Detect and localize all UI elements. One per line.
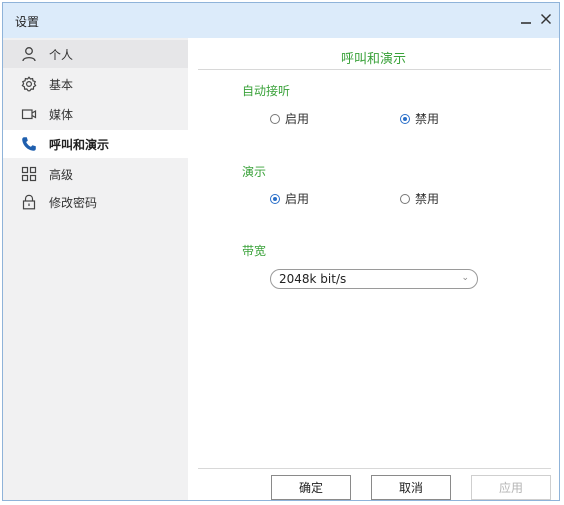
radio-unchecked-icon <box>400 193 410 204</box>
sidebar-item-label: 基本 <box>49 77 74 92</box>
settings-panel: 呼叫和演示 自动接听 启用 禁用 演示 启用 禁用 带宽 2048k bit/s… <box>188 38 559 500</box>
presentation-enable-radio[interactable]: 启用 <box>270 190 309 207</box>
bandwidth-label: 带宽 <box>242 244 267 258</box>
sidebar-item-label: 修改密码 <box>49 195 98 210</box>
grid-icon <box>20 165 38 183</box>
phone-icon <box>20 135 38 153</box>
chevron-down-icon: ⌄ <box>461 273 469 283</box>
auto-answer-disable-radio[interactable]: 禁用 <box>400 110 439 127</box>
radio-label: 禁用 <box>415 192 440 206</box>
auto-answer-enable-radio[interactable]: 启用 <box>270 110 309 127</box>
sidebar-item-label: 呼叫和演示 <box>49 137 110 152</box>
close-icon <box>541 14 551 24</box>
minimize-button[interactable] <box>517 10 535 28</box>
presentation-disable-radio[interactable]: 禁用 <box>400 190 439 207</box>
sidebar-item-label: 个人 <box>49 47 74 62</box>
sidebar-item-call-presentation[interactable]: 呼叫和演示 <box>3 130 188 158</box>
close-button[interactable] <box>537 10 555 28</box>
lock-icon <box>20 193 38 211</box>
presentation-label: 演示 <box>242 165 267 179</box>
sidebar-item-label: 高级 <box>49 167 74 182</box>
person-icon <box>20 45 38 63</box>
footer-divider <box>198 468 551 469</box>
apply-button[interactable]: 应用 <box>471 475 551 500</box>
bandwidth-select[interactable]: 2048k bit/s ⌄ <box>270 269 478 289</box>
sidebar-item-label: 媒体 <box>49 107 74 122</box>
radio-unchecked-icon <box>270 113 280 124</box>
radio-label: 启用 <box>285 112 310 126</box>
sidebar-item-personal[interactable]: 个人 <box>3 40 188 68</box>
radio-label: 启用 <box>285 192 310 206</box>
sidebar: 个人 基本 媒体 呼叫和演示 高级 修改密码 <box>3 38 188 500</box>
camera-icon <box>20 105 38 123</box>
cancel-button[interactable]: 取消 <box>371 475 451 500</box>
sidebar-item-change-password[interactable]: 修改密码 <box>3 188 188 216</box>
radio-label: 禁用 <box>415 112 440 126</box>
title-bar: 设置 <box>3 3 559 38</box>
sidebar-item-basic[interactable]: 基本 <box>3 70 188 98</box>
sidebar-item-advanced[interactable]: 高级 <box>3 160 188 188</box>
divider <box>198 69 551 70</box>
radio-checked-icon <box>400 113 410 124</box>
sidebar-item-media[interactable]: 媒体 <box>3 100 188 128</box>
auto-answer-label: 自动接听 <box>242 84 291 98</box>
bandwidth-value: 2048k bit/s <box>279 272 347 286</box>
minimize-icon <box>521 22 531 24</box>
settings-window: 设置 个人 基本 媒体 呼叫和演示 高级 修改密码 呼叫和演示 自动接听 启用 … <box>2 2 560 501</box>
radio-checked-icon <box>270 193 280 204</box>
page-title: 呼叫和演示 <box>340 52 406 67</box>
gear-icon <box>20 75 38 93</box>
ok-button[interactable]: 确定 <box>271 475 351 500</box>
window-title: 设置 <box>15 15 40 29</box>
